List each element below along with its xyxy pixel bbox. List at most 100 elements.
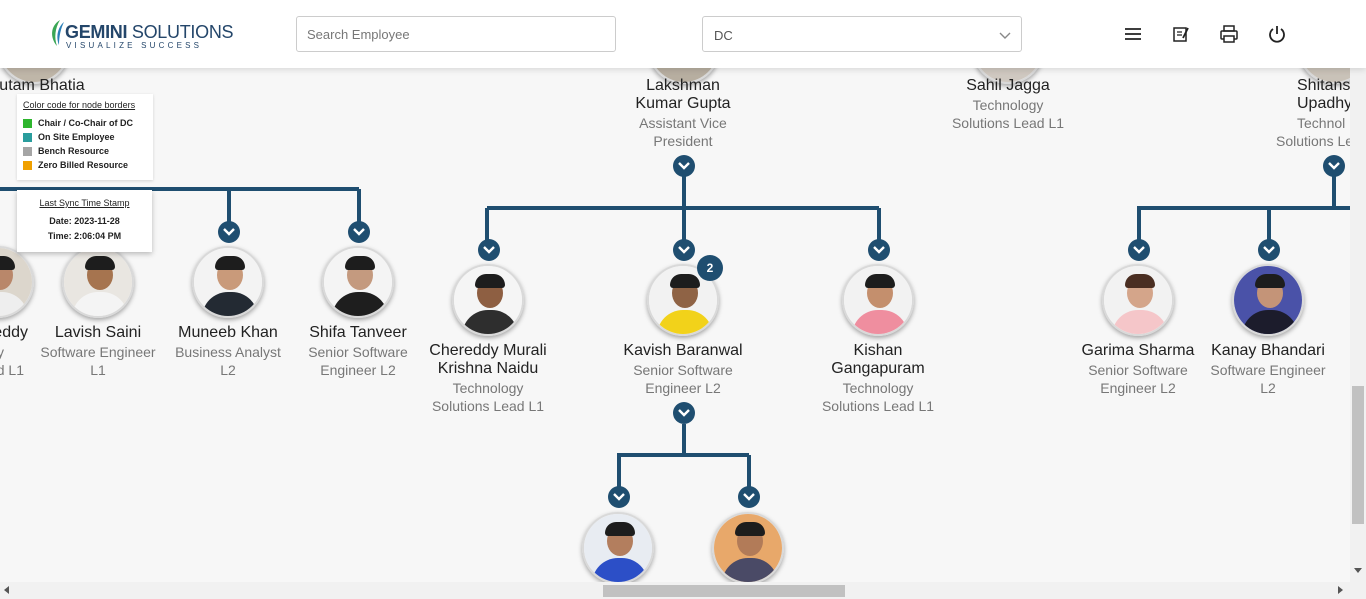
employee-role: Technology bbox=[452, 380, 524, 396]
employee-role: Software Engineer bbox=[40, 344, 156, 360]
legend-swatch bbox=[23, 160, 32, 170]
company-logo[interactable]: GEMINI SOLUTIONS VISUALIZE SUCCESS bbox=[48, 16, 234, 50]
legend-item: Chair / Co-Chair of DC bbox=[23, 118, 147, 128]
employee-role: Software Engineer bbox=[1210, 362, 1326, 378]
search-employee-input[interactable] bbox=[296, 16, 616, 52]
employee-avatar[interactable] bbox=[62, 246, 134, 318]
leaf-logo-icon bbox=[52, 20, 64, 46]
employee-role: Senior Software bbox=[308, 344, 408, 360]
sync-title: Last Sync Time Stamp bbox=[39, 198, 130, 208]
expand-toggle-button[interactable] bbox=[868, 239, 890, 261]
employee-name[interactable]: Kumar Gupta bbox=[608, 95, 758, 113]
top-header: GEMINI SOLUTIONS VISUALIZE SUCCESS DC bbox=[0, 0, 1366, 68]
expand-toggle-button[interactable] bbox=[1258, 239, 1280, 261]
expand-toggle-button[interactable] bbox=[738, 486, 760, 508]
sync-date: Date: 2023-11-28 bbox=[49, 216, 120, 226]
legend-label: On Site Employee bbox=[38, 132, 115, 142]
legend-item: Bench Resource bbox=[23, 146, 147, 156]
expand-toggle-button[interactable] bbox=[608, 486, 630, 508]
employee-role: Engineer L2 bbox=[1100, 380, 1176, 396]
employee-name[interactable]: Gangapuram bbox=[803, 360, 953, 378]
employee-name[interactable]: Kishan bbox=[803, 342, 953, 360]
horizontal-scroll-thumb[interactable] bbox=[603, 585, 845, 597]
employee-name[interactable]: utam Bhatia bbox=[0, 77, 117, 95]
employee-name[interactable]: Muneeb Khan bbox=[153, 324, 303, 342]
employee-role: L2 bbox=[1260, 380, 1276, 396]
chevron-down-icon bbox=[483, 246, 495, 254]
employee-role: y bbox=[0, 344, 4, 360]
employee-name[interactable]: Garima Sharma bbox=[1063, 342, 1213, 360]
employee-role: Solutions Le bbox=[1276, 133, 1350, 149]
employee-role: Senior Software bbox=[633, 362, 733, 378]
legend-swatch bbox=[23, 118, 32, 128]
legend-label: Zero Billed Resource bbox=[38, 160, 129, 170]
expand-toggle-button[interactable] bbox=[1128, 239, 1150, 261]
chevron-down-icon bbox=[1263, 246, 1275, 254]
employee-role: d L1 bbox=[0, 362, 24, 378]
chevron-down-icon bbox=[678, 246, 690, 254]
horizontal-scrollbar[interactable] bbox=[0, 582, 1366, 599]
scroll-right-arrow-icon[interactable] bbox=[1338, 586, 1344, 594]
chevron-down-icon bbox=[1133, 246, 1145, 254]
employee-role: Technol bbox=[1297, 115, 1346, 131]
employee-avatar[interactable] bbox=[582, 512, 654, 582]
legend-swatch bbox=[23, 132, 32, 142]
chevron-down-icon bbox=[873, 246, 885, 254]
chevron-down-icon bbox=[743, 493, 755, 501]
expand-toggle-button[interactable] bbox=[673, 239, 695, 261]
sync-time: Time: 2:06:04 PM bbox=[47, 231, 122, 241]
employee-name[interactable]: Sahil Jagga bbox=[933, 77, 1083, 95]
note-edit-icon[interactable] bbox=[1171, 24, 1191, 44]
expand-toggle-button[interactable] bbox=[348, 221, 370, 243]
employee-avatar[interactable] bbox=[452, 264, 524, 336]
vertical-scroll-thumb[interactable] bbox=[1352, 386, 1364, 524]
brand-tagline: VISUALIZE SUCCESS bbox=[66, 41, 203, 50]
employee-avatar[interactable] bbox=[322, 246, 394, 318]
employee-name[interactable]: Kavish Baranwal bbox=[608, 342, 758, 360]
dc-dropdown[interactable]: DC bbox=[702, 16, 1022, 52]
legend-swatch bbox=[23, 146, 32, 156]
employee-role: Solutions Lead L1 bbox=[951, 115, 1065, 131]
legend-label: Bench Resource bbox=[38, 146, 110, 156]
legend-item: Zero Billed Resource bbox=[23, 160, 147, 170]
employee-role: L1 bbox=[90, 362, 106, 378]
employee-role: Engineer L2 bbox=[320, 362, 396, 378]
employee-name[interactable]: Upadhy bbox=[1297, 95, 1350, 113]
chevron-down-icon bbox=[1328, 162, 1340, 170]
legend-label: Chair / Co-Chair of DC bbox=[38, 118, 134, 128]
employee-avatar[interactable] bbox=[712, 512, 784, 582]
chevron-down-icon bbox=[678, 162, 690, 170]
chevron-down-icon bbox=[223, 228, 235, 236]
employee-name[interactable]: Kanay Bhandari bbox=[1193, 342, 1343, 360]
org-chart[interactable]: utam Bhatia Tec utic Lakshman Kumar Gupt… bbox=[0, 68, 1350, 582]
chevron-down-icon bbox=[613, 493, 625, 501]
expand-toggle-button[interactable] bbox=[673, 155, 695, 177]
employee-avatar[interactable] bbox=[842, 264, 914, 336]
employee-role: Business Analyst bbox=[175, 344, 281, 360]
scroll-down-arrow-icon[interactable] bbox=[1354, 568, 1362, 574]
employee-name[interactable]: Shifa Tanveer bbox=[283, 324, 433, 342]
employee-avatar[interactable] bbox=[0, 246, 34, 318]
expand-toggle-button[interactable] bbox=[673, 402, 695, 424]
expand-toggle-button[interactable] bbox=[218, 221, 240, 243]
employee-name[interactable]: Lakshman bbox=[608, 77, 758, 95]
power-icon[interactable] bbox=[1267, 24, 1287, 44]
employee-avatar[interactable] bbox=[1232, 264, 1304, 336]
employee-name[interactable]: Chereddy Murali bbox=[413, 342, 563, 360]
expand-toggle-button[interactable] bbox=[1323, 155, 1345, 177]
employee-avatar[interactable] bbox=[192, 246, 264, 318]
chevron-down-icon bbox=[678, 409, 690, 417]
employee-role: Technology bbox=[842, 380, 914, 396]
last-sync-panel: Last Sync Time Stamp Date: 2023-11-28 Ti… bbox=[17, 190, 152, 252]
employee-avatar[interactable] bbox=[1102, 264, 1174, 336]
employee-role: Solutions Lead L1 bbox=[821, 398, 935, 414]
menu-icon[interactable] bbox=[1123, 24, 1143, 44]
employee-role: Engineer L2 bbox=[645, 380, 721, 396]
expand-toggle-button[interactable] bbox=[478, 239, 500, 261]
printer-icon[interactable] bbox=[1219, 24, 1239, 44]
vertical-scrollbar[interactable] bbox=[1350, 68, 1366, 582]
scroll-left-arrow-icon[interactable] bbox=[4, 586, 10, 594]
employee-name[interactable]: Shitans bbox=[1297, 77, 1350, 95]
employee-name[interactable]: Krishna Naidu bbox=[413, 360, 563, 378]
employee-name[interactable]: Lavish Saini bbox=[23, 324, 173, 342]
